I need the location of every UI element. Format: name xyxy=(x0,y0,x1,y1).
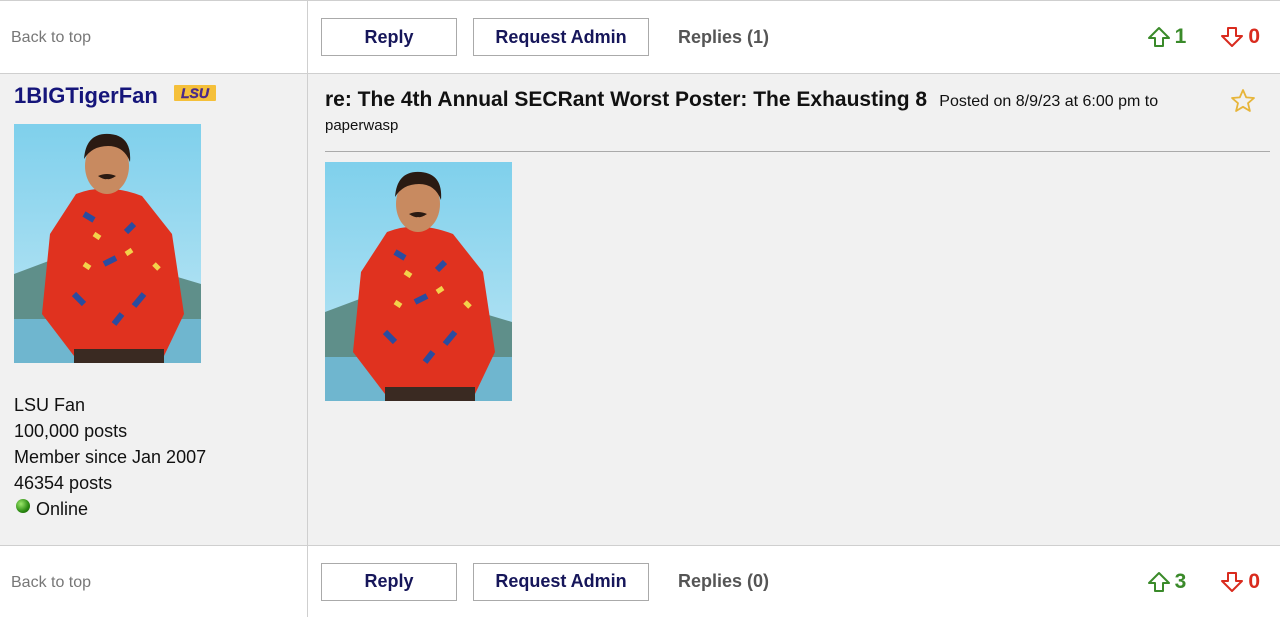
forum-post-page: Back to top Reply Request Admin Replies … xyxy=(0,0,1280,617)
arrow-down-outline-icon xyxy=(1221,27,1244,47)
lsu-team-logo: LSU xyxy=(174,85,217,106)
post-title: re: The 4th Annual SECRant Worst Poster:… xyxy=(325,88,928,111)
back-to-top-link[interactable]: Back to top xyxy=(11,574,91,592)
post-reply-to[interactable]: paperwasp xyxy=(325,114,1225,138)
username-link[interactable]: 1BIGTigerFan xyxy=(14,83,158,109)
replies-link[interactable]: Replies (0) xyxy=(678,571,769,592)
user-status: Online xyxy=(14,496,307,522)
replies-link[interactable]: Replies (1) xyxy=(678,27,769,48)
post-content-row: 1BIGTigerFan LSU LSU Fan 100,000 posts M… xyxy=(0,74,1280,545)
upvote-count: 3 xyxy=(1174,569,1187,593)
downvote-button[interactable]: 0 xyxy=(1220,570,1260,594)
upvote-button[interactable]: 3 xyxy=(1147,569,1187,594)
vote-controls: 3 0 xyxy=(1147,546,1260,617)
user-member-since: Member since Jan 2007 xyxy=(14,447,207,467)
post-toolbar-top: Back to top Reply Request Admin Replies … xyxy=(0,0,1280,74)
upvote-count: 1 xyxy=(1174,25,1187,48)
reply-button[interactable]: Reply xyxy=(321,18,457,56)
user-status-label: Online xyxy=(36,499,89,519)
downvote-count: 0 xyxy=(1248,25,1260,48)
upvote-button[interactable]: 1 xyxy=(1147,25,1187,49)
post-header: re: The 4th Annual SECRant Worst Poster:… xyxy=(325,88,1225,138)
team-logo-text: LSU xyxy=(181,85,210,101)
post-toolbar-bottom: Back to top Reply Request Admin Replies … xyxy=(0,545,1280,617)
user-avatar-image xyxy=(14,124,201,363)
downvote-count: 0 xyxy=(1248,569,1260,593)
star-outline-icon[interactable] xyxy=(1230,88,1256,114)
green-dot-icon xyxy=(16,499,30,513)
post-divider xyxy=(325,151,1270,152)
post-image[interactable] xyxy=(325,162,512,401)
arrow-down-outline-icon xyxy=(1221,571,1244,592)
user-post-count: 46354 posts xyxy=(14,473,113,493)
arrow-up-outline-icon xyxy=(1147,27,1170,47)
request-admin-button[interactable]: Request Admin xyxy=(473,18,649,56)
post-meta: Posted on 8/9/23 at 6:00 pm to xyxy=(939,93,1159,110)
reply-button[interactable]: Reply xyxy=(321,562,457,601)
downvote-button[interactable]: 0 xyxy=(1220,25,1260,49)
user-panel: 1BIGTigerFan LSU LSU Fan 100,000 posts M… xyxy=(0,74,308,545)
post-body: re: The 4th Annual SECRant Worst Poster:… xyxy=(308,74,1280,545)
user-fan-of: LSU Fan xyxy=(14,395,86,415)
user-posts-total: 100,000 posts xyxy=(14,421,128,441)
request-admin-button[interactable]: Request Admin xyxy=(473,562,649,601)
back-to-top-link[interactable]: Back to top xyxy=(11,29,91,47)
vote-controls: 1 0 xyxy=(1147,1,1260,73)
arrow-up-outline-icon xyxy=(1147,571,1170,592)
